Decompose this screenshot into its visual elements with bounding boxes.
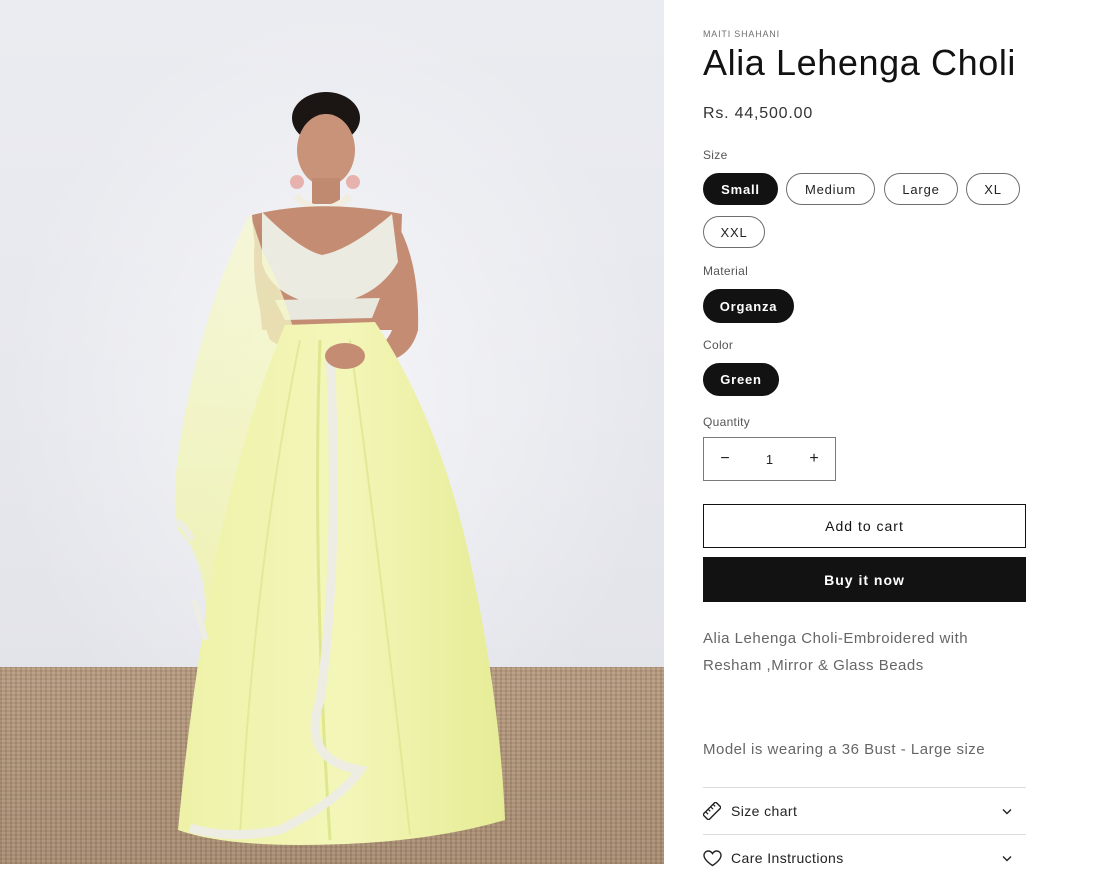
size-option-xl[interactable]: XL (966, 173, 1020, 205)
size-label: Size (703, 148, 728, 162)
ruler-icon (703, 801, 723, 821)
product-price: Rs. 44,500.00 (703, 105, 814, 122)
size-chart-accordion[interactable]: Size chart (703, 787, 1026, 834)
heart-icon (703, 848, 723, 868)
size-option-small[interactable]: Small (703, 173, 778, 205)
buy-now-button[interactable]: Buy it now (703, 557, 1026, 602)
product-vendor[interactable]: MAITI SHAHANI (703, 29, 780, 39)
add-to-cart-button[interactable]: Add to cart (703, 504, 1026, 548)
quantity-decrease-button[interactable]: − (704, 438, 746, 480)
product-image[interactable] (0, 0, 664, 864)
size-option-medium[interactable]: Medium (786, 173, 875, 205)
size-option-xxl[interactable]: XXL (703, 216, 765, 248)
size-chart-label: Size chart (731, 803, 798, 819)
quantity-increase-button[interactable]: + (793, 438, 835, 480)
quantity-label: Quantity (703, 415, 751, 429)
care-instructions-accordion[interactable]: Care Instructions (703, 834, 1026, 881)
size-option-large[interactable]: Large (884, 173, 958, 205)
product-description: Alia Lehenga Choli-Embroidered with Resh… (703, 630, 969, 674)
color-option-green[interactable]: Green (703, 363, 779, 396)
product-title: Alia Lehenga Choli (703, 42, 1017, 83)
material-label: Material (703, 264, 749, 278)
color-label: Color (703, 338, 734, 352)
quantity-stepper: − 1 + (703, 437, 836, 481)
chevron-down-icon (1002, 804, 1016, 818)
chevron-down-icon (1002, 851, 1016, 865)
model-illustration (174, 92, 505, 845)
quantity-input[interactable]: 1 (750, 452, 790, 467)
material-option-organza[interactable]: Organza (703, 289, 794, 323)
model-size-note: Model is wearing a 36 Bust - Large size (703, 741, 986, 758)
